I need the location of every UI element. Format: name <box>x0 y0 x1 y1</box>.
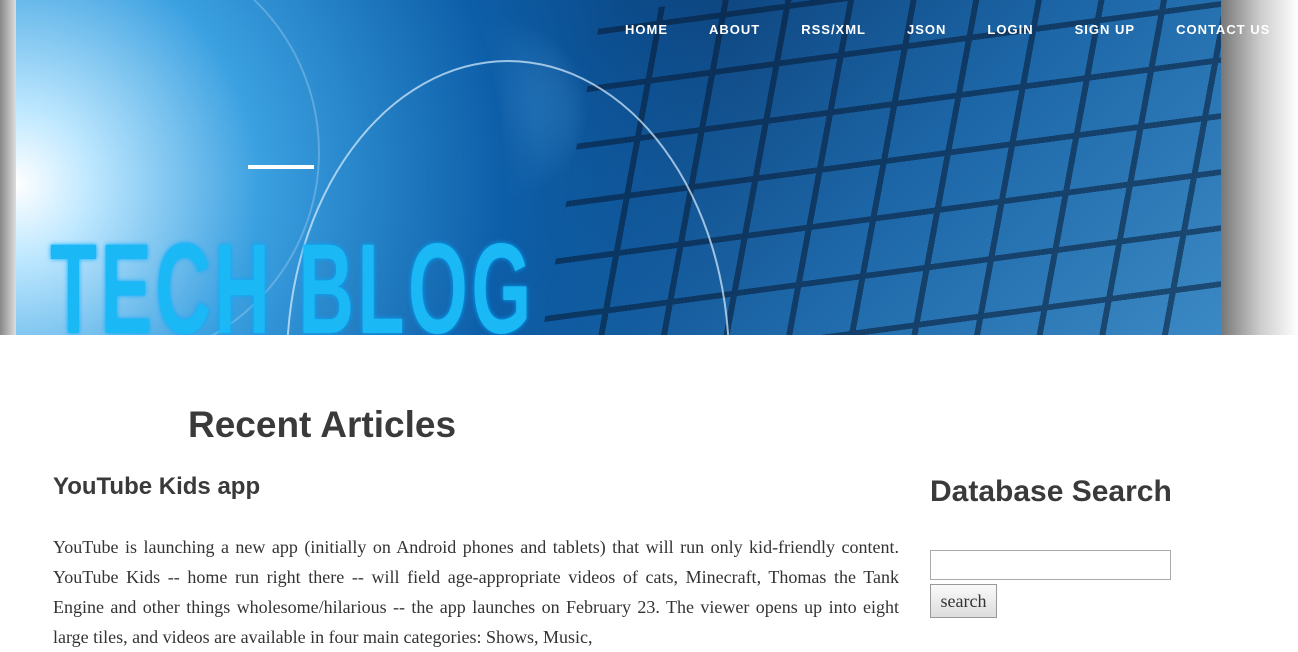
main-nav: HOME ABOUT RSS/XML JSON LOGIN SIGN UP CO… <box>625 22 1298 37</box>
nav-about[interactable]: ABOUT <box>709 22 760 37</box>
article-body: YouTube is launching a new app (initiall… <box>53 537 899 647</box>
page-title: Recent Articles <box>188 404 457 445</box>
banner-image: TECH BLOG <box>16 0 1221 335</box>
search-input[interactable] <box>930 550 1171 580</box>
nav-home[interactable]: HOME <box>625 22 668 37</box>
header-banner: TECH BLOG HOME ABOUT RSS/XML JSON LOGIN … <box>0 0 1298 335</box>
nav-login[interactable]: LOGIN <box>987 22 1033 37</box>
nav-rss-xml[interactable]: RSS/XML <box>801 22 866 37</box>
article-title[interactable]: YouTube Kids app <box>53 473 260 501</box>
sidebar-title: Database Search <box>930 475 1172 508</box>
nav-contact-us[interactable]: CONTACT US <box>1176 22 1270 37</box>
logo[interactable]: TECH BLOG <box>50 226 535 336</box>
nav-sign-up[interactable]: SIGN UP <box>1075 22 1135 37</box>
logo-bar <box>248 165 314 169</box>
nav-json[interactable]: JSON <box>907 22 946 37</box>
search-button[interactable]: search <box>930 584 997 618</box>
